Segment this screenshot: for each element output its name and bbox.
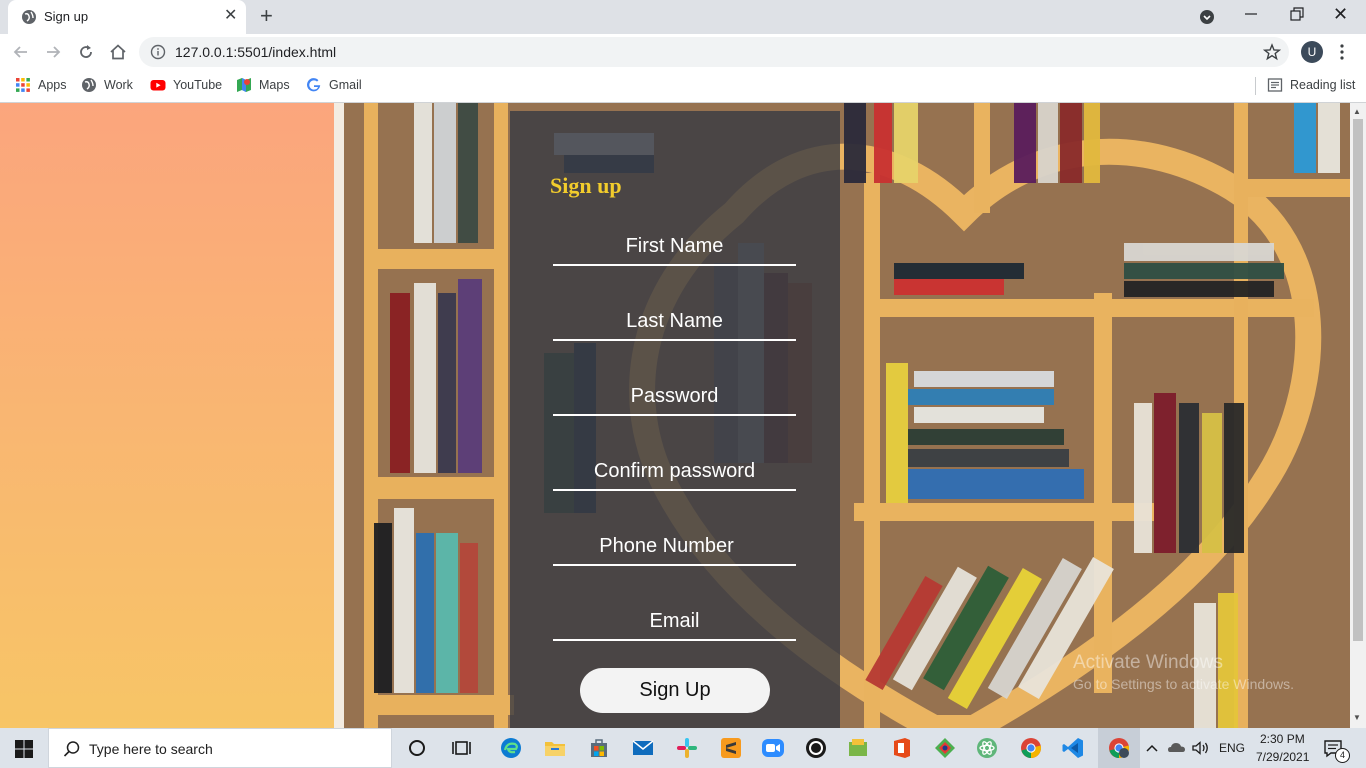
active-app-highlight[interactable] <box>1098 728 1140 768</box>
search-icon <box>63 741 80 757</box>
address-bar[interactable]: 127.0.0.1:5501/index.html <box>139 37 1289 67</box>
signup-form: Sign up Sign Up <box>510 111 840 728</box>
restore-icon[interactable] <box>1289 4 1305 24</box>
vscode-icon[interactable] <box>1061 736 1085 760</box>
zoom-icon[interactable] <box>761 736 785 760</box>
password-field <box>553 378 796 418</box>
watermark-subtitle: Go to Settings to activate Windows. <box>1073 676 1294 692</box>
slack-icon[interactable] <box>675 736 699 760</box>
tab-signup[interactable]: Sign up ✕ <box>8 0 246 34</box>
bookmark-star-icon[interactable] <box>1263 43 1281 61</box>
password-input[interactable] <box>553 378 796 416</box>
onedrive-cloud-icon[interactable] <box>1166 736 1188 760</box>
bookmarks-bar: Apps Work YouTube Maps Gmail Reading lis… <box>0 70 1366 103</box>
whatsapp-icon[interactable] <box>804 736 828 760</box>
sign-up-button[interactable]: Sign Up <box>580 668 770 713</box>
volume-icon[interactable] <box>1191 736 1211 760</box>
home-icon[interactable] <box>108 42 128 62</box>
profile-avatar[interactable]: U <box>1301 41 1323 63</box>
bookshelf-background-image <box>334 103 1350 728</box>
page-scrollbar[interactable]: ▲ ▼ <box>1350 103 1366 728</box>
new-tab-icon[interactable]: + <box>260 4 273 28</box>
show-hidden-icons-icon[interactable] <box>1144 736 1160 760</box>
youtube-icon <box>150 80 166 91</box>
sublime-text-icon[interactable] <box>719 736 743 760</box>
clock-date[interactable]: 7/29/2021 <box>1256 750 1309 764</box>
tab-title: Sign up <box>44 9 89 24</box>
bookmark-label: Work <box>104 78 133 92</box>
minimize-icon[interactable] <box>1243 4 1259 24</box>
bookmark-label: YouTube <box>173 78 223 92</box>
site-info-icon[interactable] <box>150 44 166 60</box>
chrome-profile-icon <box>1109 738 1130 758</box>
back-arrow-icon[interactable] <box>11 42 31 62</box>
scroll-down-icon[interactable]: ▼ <box>1353 713 1361 722</box>
globe-icon <box>82 78 96 92</box>
bookmarks-separator <box>1255 77 1256 95</box>
bookmark-label: Maps <box>259 78 290 92</box>
page-viewport: Activate Windows Go to Settings to activ… <box>0 103 1366 728</box>
maps-icon <box>237 78 251 92</box>
windows-taskbar: Type here to search ENG 2:30 PM 7/29/202… <box>0 728 1366 768</box>
tab-search-icon[interactable] <box>1199 9 1215 25</box>
google-icon <box>307 78 321 92</box>
microsoft-store-icon[interactable] <box>587 736 611 760</box>
office-icon[interactable] <box>890 736 914 760</box>
email-field <box>553 603 796 643</box>
scrollbar-thumb[interactable] <box>1353 119 1363 641</box>
tab-strip: Sign up ✕ + ✕ <box>0 0 1366 34</box>
cortana-icon[interactable] <box>405 736 429 760</box>
bookmark-label: Gmail <box>329 78 362 92</box>
reload-icon[interactable] <box>76 42 96 62</box>
edge-browser-icon[interactable] <box>499 736 523 760</box>
atom-icon[interactable] <box>975 736 999 760</box>
reading-list-label: Reading list <box>1290 78 1356 92</box>
confirm-password-input[interactable] <box>553 453 796 491</box>
last-name-input[interactable] <box>553 303 796 341</box>
first-name-field <box>553 228 796 268</box>
windows-start-icon[interactable] <box>14 739 34 759</box>
kebab-menu-icon[interactable] <box>1340 43 1344 61</box>
chrome-icon[interactable] <box>1019 736 1043 760</box>
email-input[interactable] <box>553 603 796 641</box>
watermark-title: Activate Windows <box>1073 652 1223 673</box>
clock-time[interactable]: 2:30 PM <box>1260 732 1305 746</box>
task-view-icon[interactable] <box>451 736 475 760</box>
last-name-field <box>553 303 796 343</box>
forward-arrow-icon[interactable] <box>43 42 63 62</box>
phone-number-field <box>553 528 796 568</box>
mail-icon[interactable] <box>631 736 655 760</box>
scroll-up-icon[interactable]: ▲ <box>1353 107 1361 116</box>
browser-toolbar: 127.0.0.1:5501/index.html U <box>0 34 1366 70</box>
bookmark-label: Apps <box>38 78 67 92</box>
url-text: 127.0.0.1:5501/index.html <box>175 44 337 60</box>
form-title: Sign up <box>550 173 622 198</box>
git-gui-icon[interactable] <box>933 736 957 760</box>
phone-number-input[interactable] <box>553 528 796 566</box>
reading-list-icon <box>1267 78 1283 92</box>
apps-grid-icon <box>16 78 30 92</box>
first-name-input[interactable] <box>553 228 796 266</box>
folder-app-icon[interactable] <box>846 736 870 760</box>
left-gradient-background <box>0 103 334 728</box>
activate-windows-watermark: Activate Windows Go to Settings to activ… <box>1073 652 1294 692</box>
file-explorer-icon[interactable] <box>543 736 567 760</box>
taskbar-search-placeholder: Type here to search <box>89 741 213 757</box>
close-window-icon[interactable]: ✕ <box>1333 3 1348 25</box>
language-indicator[interactable]: ENG <box>1219 741 1245 755</box>
close-tab-icon[interactable]: ✕ <box>224 6 237 26</box>
taskbar-search-box[interactable]: Type here to search <box>48 728 392 768</box>
globe-icon <box>22 10 36 24</box>
confirm-password-field <box>553 453 796 493</box>
notification-count-badge: 4 <box>1335 748 1350 763</box>
